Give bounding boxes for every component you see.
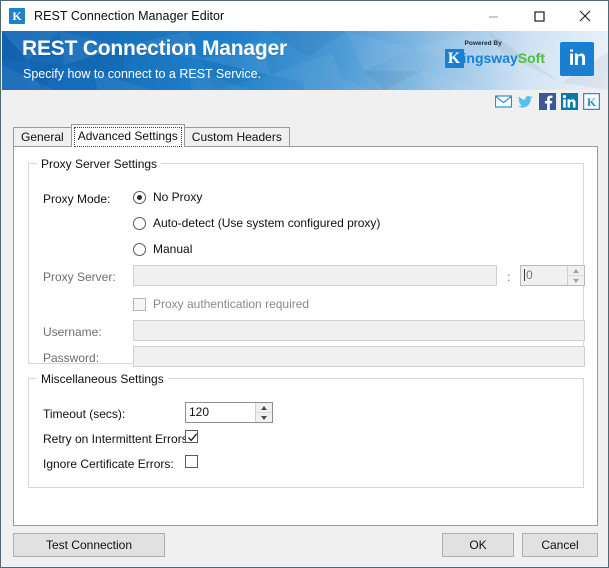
password-input[interactable] (133, 346, 585, 367)
timeout-value: 120 (189, 405, 210, 419)
tab-advanced-settings-label: Advanced Settings (77, 129, 178, 143)
radio-manual[interactable]: Manual (133, 242, 192, 256)
cancel-button[interactable]: Cancel (522, 533, 598, 557)
retry-on-intermittent-errors-checkbox[interactable] (185, 430, 198, 443)
title-bar: K REST Connection Manager Editor (1, 1, 608, 31)
proxy-server-label: Proxy Server: (43, 270, 116, 284)
window-controls (470, 1, 608, 31)
email-icon[interactable] (495, 93, 512, 110)
proxy-server-input[interactable] (133, 265, 497, 286)
kingswaysoft-logo: K Powered By ingswaySoft (444, 40, 545, 68)
proxy-auth-checkbox-indicator (133, 297, 146, 311)
proxy-auth-label: Proxy authentication required (153, 297, 310, 311)
miscellaneous-settings-group: Miscellaneous Settings Timeout (secs): 1… (28, 372, 584, 488)
maximize-button[interactable] (516, 1, 562, 31)
chevron-up-icon (261, 405, 267, 410)
test-connection-button[interactable]: Test Connection (13, 533, 165, 557)
minimize-icon (488, 16, 498, 17)
kingswaysoft-wordmark: Powered By ingswaySoft (463, 40, 545, 68)
proxy-port-spinner[interactable]: 0 (520, 265, 585, 286)
radio-auto-detect[interactable]: Auto-detect (Use system configured proxy… (133, 216, 380, 230)
retry-checkbox-indicator (185, 430, 198, 443)
radio-auto-detect-indicator (133, 216, 146, 230)
svg-text:K: K (587, 95, 597, 109)
port-separator: : (507, 270, 511, 284)
kingswaysoft-icon[interactable]: K (583, 93, 600, 110)
miscellaneous-settings-title: Miscellaneous Settings (37, 372, 168, 386)
proxy-port-down-button[interactable] (568, 275, 584, 285)
radio-no-proxy[interactable]: No Proxy (133, 190, 202, 204)
close-button[interactable] (562, 1, 608, 31)
tab-general[interactable]: General (13, 127, 72, 146)
chevron-down-icon (573, 278, 579, 283)
ignore-certificate-errors-label: Ignore Certificate Errors: (43, 457, 174, 471)
advanced-settings-panel: Proxy Server Settings Proxy Mode: No Pro… (13, 146, 598, 526)
username-input[interactable] (133, 320, 585, 341)
proxy-port-value: 0 (524, 268, 533, 282)
rest-connection-manager-editor-window: K REST Connection Manager Editor REST Co… (0, 0, 609, 568)
header-banner: REST Connection Manager Specify how to c… (2, 31, 608, 90)
timeout-label: Timeout (secs): (43, 407, 126, 421)
powered-by-label: Powered By (464, 40, 502, 47)
proxy-port-up-button[interactable] (568, 266, 584, 275)
banner-subtitle: Specify how to connect to a REST Service… (23, 67, 262, 81)
proxy-server-settings-title: Proxy Server Settings (37, 157, 162, 171)
maximize-icon (533, 10, 545, 22)
checkmark-icon (188, 433, 198, 442)
radio-no-proxy-indicator (133, 190, 146, 204)
kingswaysoft-name-part2: Soft (517, 50, 545, 66)
proxy-authentication-required-checkbox[interactable]: Proxy authentication required (133, 297, 309, 311)
ignore-cert-checkbox-indicator (185, 455, 198, 468)
ok-button[interactable]: OK (442, 533, 514, 557)
timeout-down-button[interactable] (256, 412, 272, 422)
proxy-mode-label: Proxy Mode: (43, 192, 111, 206)
ignore-certificate-errors-checkbox[interactable] (185, 455, 198, 468)
tab-advanced-settings[interactable]: Advanced Settings (70, 124, 185, 147)
minimize-button[interactable] (470, 1, 516, 31)
banner-title: REST Connection Manager (22, 37, 287, 60)
radio-no-proxy-label: No Proxy (153, 190, 203, 204)
retry-on-intermittent-errors-label: Retry on Intermittent Errors: (43, 432, 192, 446)
proxy-server-settings-group: Proxy Server Settings Proxy Mode: No Pro… (28, 157, 585, 367)
app-icon: K (9, 8, 25, 24)
timeout-up-button[interactable] (256, 403, 272, 412)
tab-custom-headers[interactable]: Custom Headers (183, 127, 290, 146)
tab-strip: General Advanced Settings Custom Headers (13, 124, 599, 147)
social-links-bar: K (2, 90, 608, 115)
timeout-spin-buttons (255, 403, 272, 422)
radio-manual-label: Manual (153, 242, 193, 256)
proxy-port-spin-buttons (567, 266, 584, 285)
username-label: Username: (43, 325, 102, 339)
facebook-icon[interactable] (539, 93, 556, 110)
text-caret (524, 269, 525, 281)
kingswaysoft-name: ingswaySoft (463, 49, 545, 68)
social-links: K (495, 93, 600, 110)
kingswaysoft-name-part1: ingsway (462, 50, 518, 66)
linkedin-icon[interactable] (561, 93, 578, 110)
chevron-down-icon (261, 415, 267, 420)
close-icon (579, 10, 591, 22)
chevron-up-icon (573, 268, 579, 273)
radio-auto-detect-label: Auto-detect (Use system configured proxy… (153, 216, 381, 230)
kingswaysoft-k-mark: K (444, 49, 464, 68)
password-label: Password: (43, 351, 100, 365)
timeout-spinner[interactable]: 120 (185, 402, 273, 423)
radio-manual-indicator (133, 242, 146, 256)
window-title: REST Connection Manager Editor (34, 9, 225, 23)
twitter-icon[interactable] (517, 93, 534, 110)
linkedin-badge-icon[interactable]: in (560, 42, 594, 76)
